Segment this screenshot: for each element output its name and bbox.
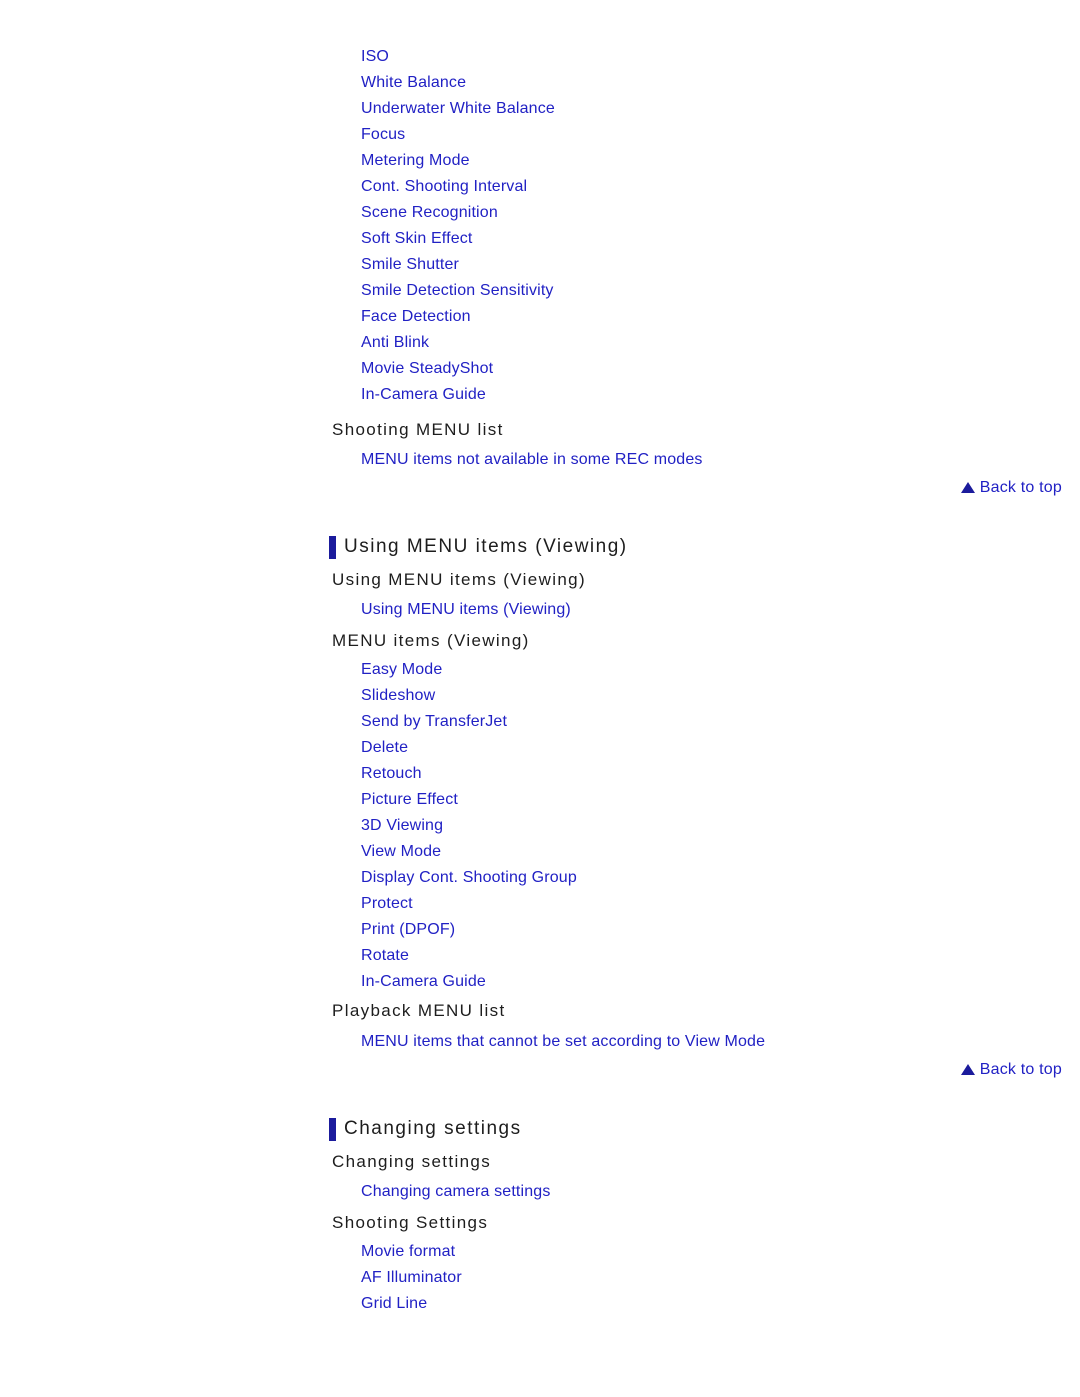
triangle-up-icon [960,482,975,493]
list-item[interactable]: Rotate [0,943,1080,969]
list-item[interactable]: Send by TransferJet [0,709,1080,735]
list-item[interactable]: Scene Recognition [0,200,1080,226]
back-to-top-link[interactable]: Back to top [960,478,1062,498]
sub-heading: Changing settings [332,1152,492,1171]
sub-heading: MENU items (Viewing) [332,631,530,650]
using-menu-items-viewing-section: Using MENU items (Viewing) Using MENU it… [0,531,1080,1056]
list-item[interactable]: MENU items that cannot be set according … [0,1027,1080,1056]
page-title: Changing settings [0,1113,1080,1145]
section-heading-label: Changing settings [344,1118,522,1139]
list-item[interactable]: Picture Effect [0,787,1080,813]
list-item[interactable]: Smile Shutter [0,252,1080,278]
list-item[interactable]: Slideshow [0,683,1080,709]
list-item[interactable]: 3D Viewing [0,813,1080,839]
list-item[interactable]: Delete [0,735,1080,761]
list-item[interactable]: Easy Mode [0,657,1080,683]
list-item[interactable]: Metering Mode [0,148,1080,174]
list-item[interactable]: Face Detection [0,304,1080,330]
list-item[interactable]: Cont. Shooting Interval [0,174,1080,200]
sub-heading: Using MENU items (Viewing) [332,570,586,589]
section-heading-label: Using MENU items (Viewing) [344,536,628,557]
list-item[interactable]: Grid Line [0,1291,1080,1317]
triangle-up-icon [960,1064,975,1075]
sub-heading: Shooting Settings [332,1213,489,1232]
shooting-menu-items-list: ISO White Balance Underwater White Balan… [0,44,1080,408]
list-item[interactable]: AF Illuminator [0,1265,1080,1291]
viewing-menu-items-list: Easy Mode Slideshow Send by TransferJet … [0,657,1080,995]
list-item[interactable]: Smile Detection Sensitivity [0,278,1080,304]
list-item[interactable]: Changing camera settings [0,1178,1080,1206]
back-to-top-label: Back to top [979,1061,1062,1078]
back-to-top-label: Back to top [979,479,1062,496]
list-item[interactable]: In-Camera Guide [0,382,1080,408]
document-page: ISO White Balance Underwater White Balan… [0,0,1080,1397]
list-item[interactable]: ISO [0,44,1080,70]
shooting-settings-list: Movie format AF Illuminator Grid Line [0,1239,1080,1317]
list-item[interactable]: Movie SteadyShot [0,356,1080,382]
sub-heading: Shooting MENU list [332,420,504,439]
list-item[interactable]: White Balance [0,70,1080,96]
shooting-menu-list-group: Shooting MENU list MENU items not availa… [0,415,1080,474]
back-to-top-link[interactable]: Back to top [960,1060,1062,1080]
section-accent-bar [329,1118,336,1141]
list-item[interactable]: Movie format [0,1239,1080,1265]
list-item[interactable]: Protect [0,891,1080,917]
list-item[interactable]: Anti Blink [0,330,1080,356]
list-item[interactable]: Using MENU items (Viewing) [0,596,1080,624]
list-item[interactable]: View Mode [0,839,1080,865]
list-item[interactable]: Soft Skin Effect [0,226,1080,252]
list-item[interactable]: In-Camera Guide [0,969,1080,995]
list-item[interactable]: Print (DPOF) [0,917,1080,943]
list-item[interactable]: Underwater White Balance [0,96,1080,122]
section-accent-bar [329,536,336,559]
list-item[interactable]: Focus [0,122,1080,148]
changing-settings-section: Changing settings Changing settings Chan… [0,1113,1080,1317]
list-item[interactable]: MENU items not available in some REC mod… [0,445,1080,474]
page-title: Using MENU items (Viewing) [0,531,1080,563]
list-item[interactable]: Retouch [0,761,1080,787]
sub-heading: Playback MENU list [332,1001,506,1020]
list-item[interactable]: Display Cont. Shooting Group [0,865,1080,891]
